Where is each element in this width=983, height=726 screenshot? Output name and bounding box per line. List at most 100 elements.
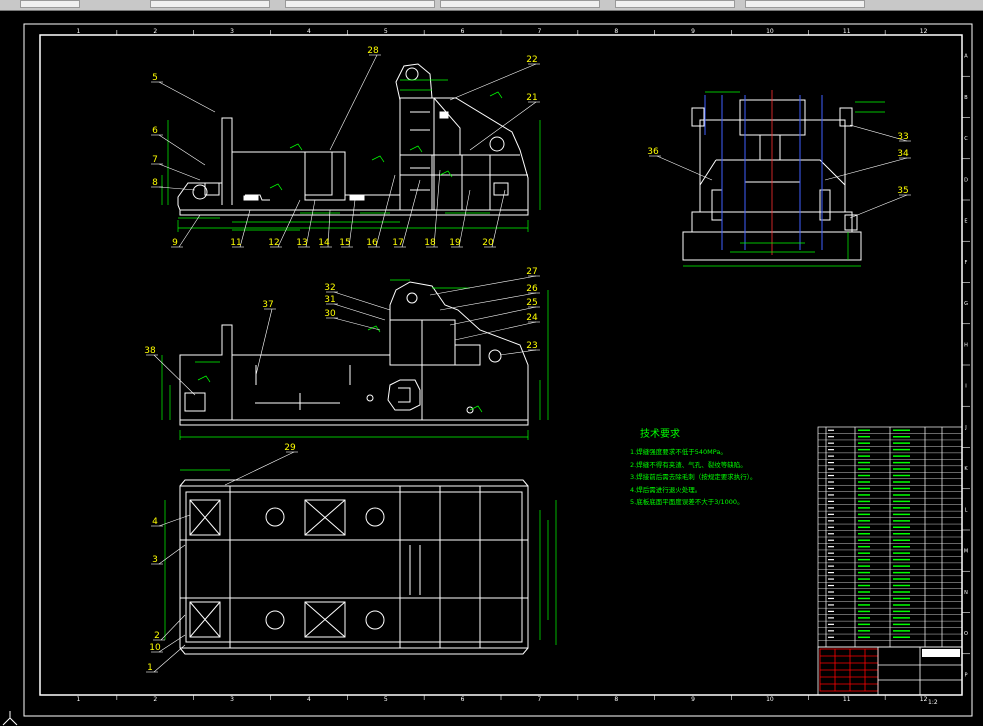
frame-col-label-top: 5	[384, 28, 388, 35]
frame-col-label-top: 12	[920, 28, 928, 35]
callout-label-20: 20	[482, 238, 494, 248]
callout-label-29: 29	[284, 443, 296, 453]
callout-label-30: 30	[324, 309, 336, 319]
callout-leader	[158, 81, 216, 113]
color-dropdown[interactable]	[150, 0, 270, 8]
frame-row-label: K	[964, 466, 968, 472]
frame-col-label-top: 4	[307, 28, 311, 35]
frame-col-label-top: 9	[691, 28, 695, 35]
frame-col-label-top: 7	[538, 28, 542, 35]
callout-leader	[656, 155, 713, 181]
callout-label-22: 22	[526, 55, 537, 65]
frame-col-label-top: 2	[153, 28, 157, 35]
frame-row-label: M	[964, 549, 968, 555]
tech-requirement-3: 3.焊接前后需去除毛刺（按规定要求执行）。	[630, 473, 757, 481]
callout-label-35: 35	[897, 186, 908, 196]
drawing-svg: 112233445566778899101011111212ABCDEFGHIJ…	[23, 23, 973, 717]
frame-row-label: L	[965, 507, 968, 513]
frame-row-label: B	[964, 95, 968, 101]
callout-label-10: 10	[149, 643, 161, 653]
callout-label-38: 38	[144, 346, 156, 356]
callout-label-2: 2	[154, 631, 160, 641]
frame-row-label: P	[964, 672, 967, 678]
callout-leader	[158, 163, 201, 181]
frame-col-label-bottom: 4	[307, 696, 311, 703]
frame-col-label-bottom: 11	[843, 696, 851, 703]
callout-label-36: 36	[647, 147, 659, 157]
callout-leader	[469, 101, 537, 151]
callout-leader	[160, 614, 186, 641]
callout-label-8: 8	[152, 178, 158, 188]
callout-label-6: 6	[152, 126, 158, 136]
callout-leader	[333, 303, 386, 321]
frame-col-label-top: 8	[614, 28, 618, 35]
callout-leader	[158, 134, 206, 166]
frame-row-label: D	[964, 177, 968, 183]
callout-label-34: 34	[897, 149, 909, 159]
lineweight-dropdown[interactable]	[440, 0, 600, 8]
linetype-dropdown[interactable]	[285, 0, 435, 8]
callout-label-11: 11	[230, 238, 241, 248]
callout-leader	[333, 317, 381, 331]
callout-label-5: 5	[152, 73, 158, 83]
frame-col-label-bottom: 12	[920, 696, 928, 703]
callout-leader	[255, 308, 273, 376]
frame-col-label-top: 1	[77, 28, 81, 35]
callout-leader	[375, 174, 396, 248]
callout-label-1: 1	[147, 663, 153, 673]
frame-col-label-bottom: 1	[77, 696, 81, 703]
callout-label-32: 32	[324, 283, 335, 293]
title-block	[817, 646, 963, 696]
tech-requirements-title: 技术要求	[640, 429, 680, 440]
frame-row-label: A	[964, 54, 968, 60]
callout-leader	[153, 354, 196, 396]
frame-row-label: J	[964, 425, 966, 431]
callout-label-26: 26	[526, 284, 538, 294]
tech-requirement-2: 2.焊缝不得有夹渣、气孔、裂纹等缺陷。	[630, 460, 747, 469]
callout-label-24: 24	[526, 313, 538, 323]
callout-label-16: 16	[366, 238, 378, 248]
callout-label-14: 14	[318, 238, 330, 248]
front-view	[177, 63, 529, 216]
frame-row-label: H	[964, 342, 968, 348]
frame-row-label: C	[964, 136, 968, 142]
callout-label-12: 12	[268, 238, 279, 248]
plan-view-dims	[164, 469, 557, 645]
callout-leader	[491, 189, 506, 248]
frame-col-label-bottom: 5	[384, 696, 388, 703]
drawing-canvas[interactable]: 1 1 2 2 3 3 4 4 5 5 6 6 7 7 8 8 9 9 10 10 11 11 12 12 A B C D E F G H I J…	[0, 10, 983, 726]
callout-leader	[178, 214, 201, 248]
frame-col-label-top: 6	[461, 28, 465, 35]
callout-leader	[849, 194, 908, 219]
frame-col-label-top: 11	[843, 28, 851, 35]
frame-row-label: F	[965, 260, 968, 266]
frame-col-label-bottom: 8	[614, 696, 618, 703]
layer-dropdown[interactable]	[20, 0, 80, 8]
callout-label-18: 18	[424, 238, 436, 248]
callout-label-37: 37	[262, 300, 273, 310]
tech-requirement-1: 1.焊缝强度要求不低于540MPa。	[630, 448, 727, 456]
callout-label-7: 7	[152, 155, 158, 165]
frame-col-label-bottom: 3	[230, 696, 234, 703]
callout-leader	[429, 275, 537, 296]
callout-leader	[454, 321, 537, 341]
callout-leader	[439, 292, 537, 311]
plotstyle-dropdown[interactable]	[615, 0, 735, 8]
frame-row-label: I	[965, 384, 966, 390]
inner-border	[39, 34, 963, 696]
callout-leader	[333, 291, 391, 311]
frame-col-label-bottom: 9	[691, 696, 695, 703]
drawing-scale: 1:2	[928, 699, 938, 706]
style-dropdown[interactable]	[745, 0, 865, 8]
frame-col-label-bottom: 6	[461, 696, 465, 703]
frame-col-label-bottom: 10	[766, 696, 774, 703]
callout-label-13: 13	[296, 238, 307, 248]
frame-row-label: O	[964, 631, 968, 637]
callout-label-4: 4	[152, 517, 158, 527]
tech-requirement-5: 5.底板底面平面度误差不大于3/1000。	[630, 498, 744, 506]
tech-requirement-4: 4.焊后需进行退火处理。	[630, 485, 702, 494]
frame-col-label-bottom: 7	[538, 696, 542, 703]
callout-label-9: 9	[172, 238, 178, 248]
frame-row-label: E	[964, 219, 967, 225]
callout-label-19: 19	[449, 238, 461, 248]
